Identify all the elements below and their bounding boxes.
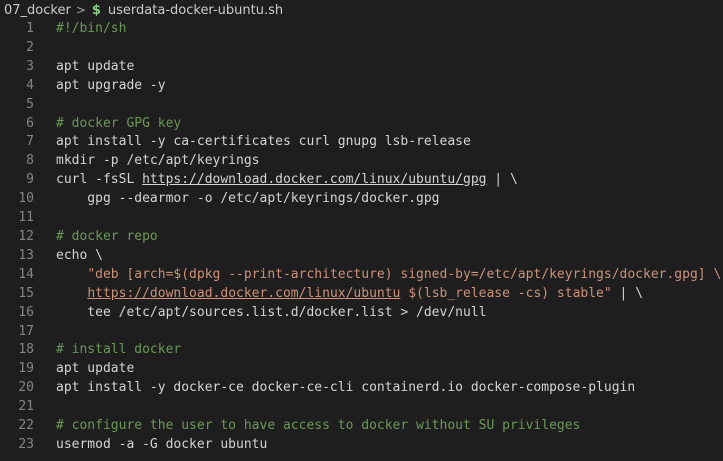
code-line[interactable]: 18 # install docker (0, 341, 723, 360)
code-token-plain: | \ (486, 172, 518, 188)
code-token-comment: # configure the user to have access to d… (56, 418, 581, 434)
code-content[interactable]: tee /etc/apt/sources.list.d/docker.list … (34, 304, 486, 323)
code-content[interactable]: apt update (34, 360, 134, 379)
line-number: 7 (26, 134, 34, 150)
code-content[interactable] (34, 398, 56, 417)
code-content[interactable] (34, 96, 56, 115)
line-number: 6 (26, 115, 34, 131)
line-number: 21 (18, 399, 34, 415)
code-content[interactable]: mkdir -p /etc/apt/keyrings (34, 152, 260, 171)
breadcrumb-file[interactable]: userdata-docker-ubuntu.sh (108, 3, 283, 18)
line-number: 16 (18, 304, 34, 320)
code-token-plain: | \ (611, 285, 644, 301)
line-number: 13 (18, 247, 34, 263)
line-number: 17 (18, 323, 34, 339)
code-line[interactable]: 10 gpg --dearmor -o /etc/apt/keyrings/do… (0, 190, 723, 209)
code-line[interactable]: 13 echo \ (0, 247, 723, 266)
code-line[interactable]: 21 (0, 398, 723, 417)
code-token-plain: tee /etc/apt/sources.list.d/docker.list … (56, 304, 487, 320)
code-token-plain: curl -fsSL (56, 172, 143, 188)
line-number: 4 (26, 77, 34, 93)
code-content[interactable]: "deb [arch=$(dpkg --print-architecture) … (34, 266, 721, 285)
code-content[interactable]: usermod -a -G docker ubuntu (34, 436, 267, 455)
line-number: 8 (26, 153, 34, 169)
code-token-plain: usermod -a -G docker ubuntu (56, 436, 268, 452)
code-line[interactable]: 4 apt upgrade -y (0, 77, 723, 96)
code-line[interactable]: 20 apt install -y docker-ce docker-ce-cli… (0, 379, 723, 398)
line-number: 18 (18, 342, 34, 358)
code-content[interactable]: echo \ (34, 247, 103, 266)
shell-file-icon: $ (91, 2, 101, 18)
code-content[interactable]: apt upgrade -y (34, 77, 166, 96)
chevron-right-icon: > (75, 3, 86, 17)
code-content[interactable]: # docker repo (34, 228, 158, 247)
code-content[interactable]: apt update (34, 58, 134, 77)
line-number: 1 (26, 21, 34, 36)
code-content[interactable]: # docker GPG key (34, 115, 181, 134)
code-line[interactable]: 5 (0, 96, 723, 115)
code-line[interactable]: 22 # configure the user to have access to… (0, 417, 723, 436)
line-number: 9 (26, 172, 34, 188)
code-content[interactable] (34, 39, 56, 58)
line-number: 20 (18, 380, 34, 396)
code-line[interactable]: 12 # docker repo (0, 228, 723, 247)
code-line[interactable]: 14 "deb [arch=$(dpkg --print-architectur… (0, 266, 723, 285)
code-line[interactable]: 6 # docker GPG key (0, 115, 723, 134)
line-number: 22 (18, 418, 34, 434)
code-token-plain: echo \ (56, 247, 103, 263)
code-token-string: $(lsb_release -cs) stable" (400, 285, 612, 301)
code-token-plain: apt install -y docker-ce docker-ce-cli c… (56, 380, 636, 396)
code-content[interactable] (34, 209, 56, 228)
code-line[interactable]: 8 mkdir -p /etc/apt/keyrings (0, 152, 723, 171)
code-token-plain: apt update (56, 361, 135, 377)
code-token-comment: # docker repo (56, 228, 158, 244)
code-line[interactable]: 1 #!/bin/sh (0, 20, 723, 39)
code-editor[interactable]: 1 #!/bin/sh 2 3 apt update 4 apt upgrade -y 5 6 #… (0, 20, 723, 461)
code-content[interactable]: # configure the user to have access to d… (34, 417, 580, 436)
code-token-url[interactable]: https://download.docker.com/linux/ubuntu (87, 286, 400, 301)
breadcrumb-folder[interactable]: 07_docker (4, 3, 71, 18)
code-token-comment: #!/bin/sh (56, 21, 127, 36)
code-content[interactable]: #!/bin/sh (34, 20, 126, 39)
code-line[interactable]: 9 curl -fsSL https://download.docker.com/… (0, 171, 723, 190)
code-line[interactable]: 3 apt update (0, 58, 723, 77)
code-token-link[interactable]: https://download.docker.com/linux/ubuntu… (142, 172, 486, 187)
line-number: 23 (18, 436, 34, 452)
code-line[interactable]: 11 (0, 209, 723, 228)
breadcrumb: 07_docker > $ userdata-docker-ubuntu.sh (0, 0, 723, 20)
code-line[interactable]: 23 usermod -a -G docker ubuntu (0, 436, 723, 455)
code-token-plain: apt update (56, 58, 135, 74)
line-number: 15 (18, 285, 34, 301)
code-token-plain: apt upgrade -y (56, 77, 166, 93)
line-number: 10 (18, 191, 34, 207)
code-line[interactable]: 17 (0, 323, 723, 342)
code-token-plain: mkdir -p /etc/apt/keyrings (56, 153, 260, 169)
code-content[interactable]: gpg --dearmor -o /etc/apt/keyrings/docke… (34, 190, 440, 209)
code-token-string: "deb [arch=$(dpkg --print-architecture) … (87, 266, 722, 282)
line-number: 14 (18, 266, 34, 282)
line-number: 3 (26, 58, 34, 74)
line-number: 12 (18, 228, 34, 244)
code-content[interactable]: apt install -y ca-certificates curl gnup… (34, 133, 471, 152)
code-line[interactable]: 7 apt install -y ca-certificates curl gnu… (0, 133, 723, 152)
code-content[interactable]: curl -fsSL https://download.docker.com/l… (34, 171, 518, 190)
code-line[interactable]: 15 https://download.docker.com/linux/ubu… (0, 285, 723, 304)
line-number: 5 (26, 96, 34, 112)
code-line[interactable]: 19 apt update (0, 360, 723, 379)
code-content[interactable]: # install docker (34, 341, 181, 360)
code-content[interactable]: https://download.docker.com/linux/ubuntu… (34, 285, 643, 304)
line-number: 11 (18, 210, 34, 226)
code-content[interactable]: apt install -y docker-ce docker-ce-cli c… (34, 379, 635, 398)
line-number: 2 (26, 39, 34, 55)
code-content[interactable] (34, 323, 56, 342)
code-token-comment: # docker GPG key (56, 115, 182, 131)
code-token-plain: apt install -y ca-certificates curl gnup… (56, 134, 471, 150)
code-token-comment: # install docker (56, 342, 182, 358)
code-line[interactable]: 16 tee /etc/apt/sources.list.d/docker.li… (0, 304, 723, 323)
line-number: 19 (18, 361, 34, 377)
code-line[interactable]: 2 (0, 39, 723, 58)
code-token-plain: gpg --dearmor -o /etc/apt/keyrings/docke… (56, 191, 440, 207)
